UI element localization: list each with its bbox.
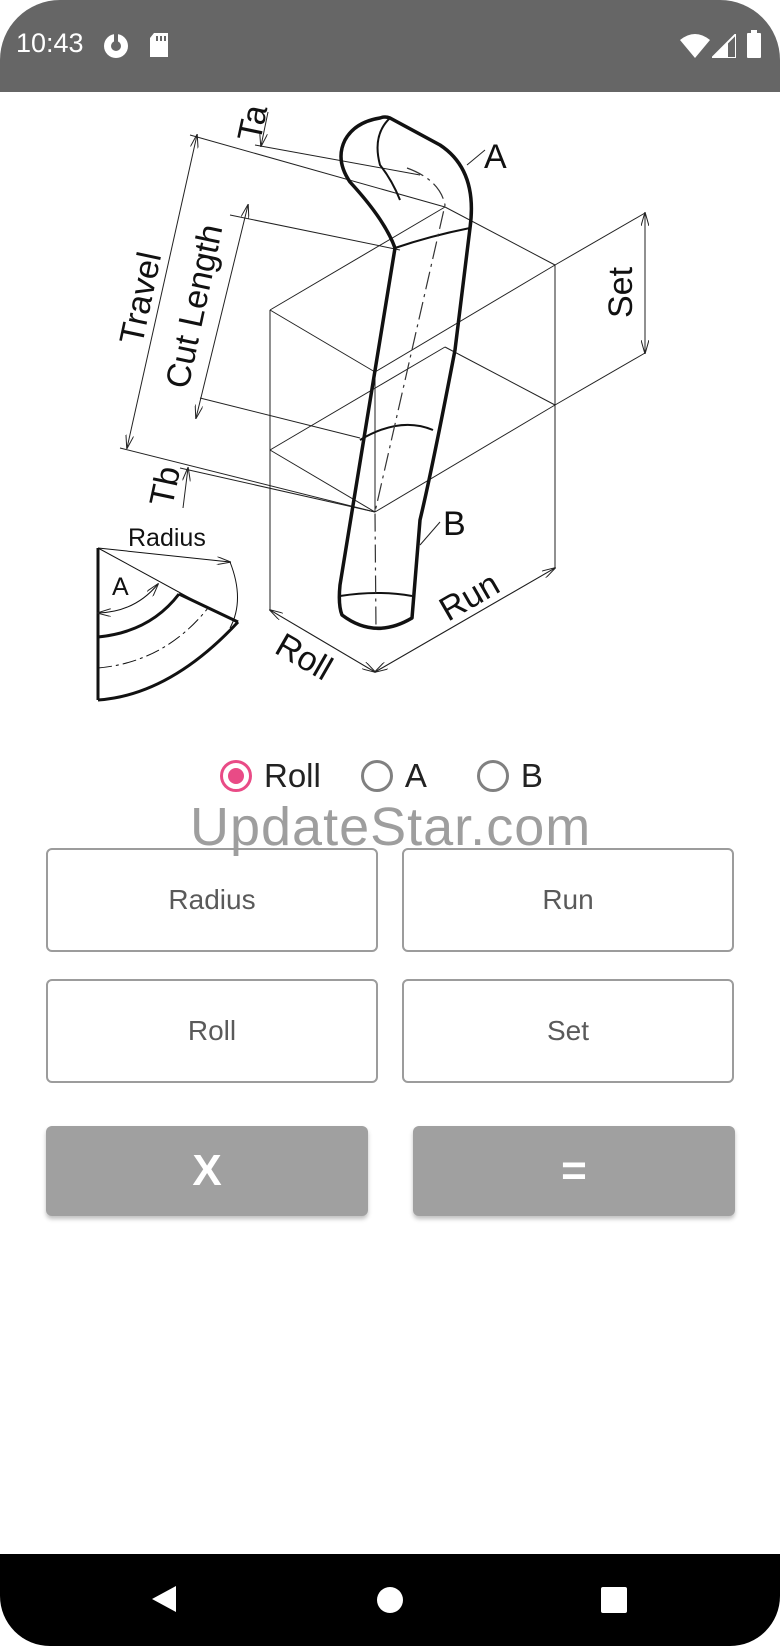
label-tb: Tb [143,463,188,510]
radio-roll-indicator[interactable] [220,760,252,792]
radio-b-indicator[interactable] [476,760,509,792]
clear-button[interactable]: X [46,1126,368,1216]
label-b: B [443,505,466,543]
mode-radio-group: Roll A B [220,754,543,798]
run-input[interactable] [402,848,734,952]
back-icon[interactable] [150,1584,178,1614]
home-icon[interactable] [376,1586,404,1614]
label-angle-a: A [112,573,129,601]
label-run: Run [433,565,506,629]
roll-input[interactable] [46,979,378,1083]
radio-a[interactable]: A [360,757,427,795]
pipe-offset-diagram: Ta A Travel Cut Length Set Tb B Radius A… [96,102,780,702]
radio-b-label: B [520,757,543,794]
battery-icon [747,30,761,58]
label-cut-length: Cut Length [159,221,231,392]
label-set: Set [602,266,640,318]
calculate-button[interactable]: = [413,1126,735,1216]
set-input[interactable] [402,979,734,1083]
status-bar: 10:43 [0,0,780,92]
data-saver-icon [104,34,128,58]
label-a: A [484,138,507,176]
wifi-icon [680,34,710,58]
navigation-bar [0,1554,780,1646]
radio-roll[interactable]: Roll [220,757,321,795]
label-roll: Roll [269,626,339,688]
recents-icon[interactable] [600,1586,628,1614]
sd-card-icon [150,33,168,57]
cell-signal-icon [712,34,736,58]
radio-roll-label: Roll [264,757,321,794]
radio-b[interactable]: B [476,757,543,795]
radio-a-indicator[interactable] [360,760,393,792]
radius-input[interactable] [46,848,378,952]
label-radius: Radius [128,524,206,552]
radio-a-label: A [404,757,427,794]
status-time: 10:43 [16,28,84,58]
label-ta: Ta [231,102,276,145]
